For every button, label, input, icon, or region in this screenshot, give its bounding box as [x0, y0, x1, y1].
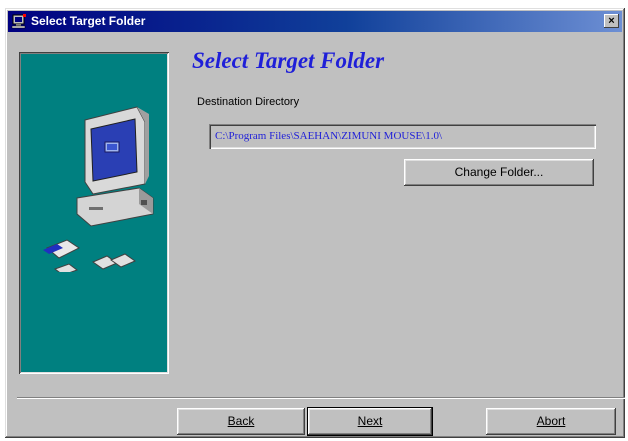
back-button[interactable]: Back — [177, 408, 305, 435]
back-label: Back — [227, 414, 255, 428]
change-folder-label: Change Folder... — [454, 165, 544, 179]
next-button[interactable]: Next — [307, 407, 433, 436]
abort-button[interactable]: Abort — [486, 408, 616, 435]
destination-directory-label: Destination Directory — [197, 96, 300, 108]
change-folder-button[interactable]: Change Folder... — [404, 159, 594, 186]
abort-label: Abort — [536, 414, 566, 428]
side-panel — [19, 52, 169, 374]
destination-path-field[interactable]: C:\Program Files\SAEHAN\ZIMUNI MOUSE\1.0… — [209, 124, 596, 149]
footer-separator — [17, 397, 625, 399]
title-bar[interactable]: Select Target Folder × — [8, 11, 622, 32]
close-icon[interactable]: × — [604, 14, 619, 28]
next-label: Next — [357, 414, 383, 428]
computer-illustration — [43, 106, 154, 272]
window-title: Select Target Folder — [31, 14, 146, 28]
setup-dialog: Select Target Folder × Select Target Fol… — [5, 8, 625, 438]
page-heading: Select Target Folder — [192, 48, 385, 73]
installer-app-icon — [11, 14, 26, 29]
